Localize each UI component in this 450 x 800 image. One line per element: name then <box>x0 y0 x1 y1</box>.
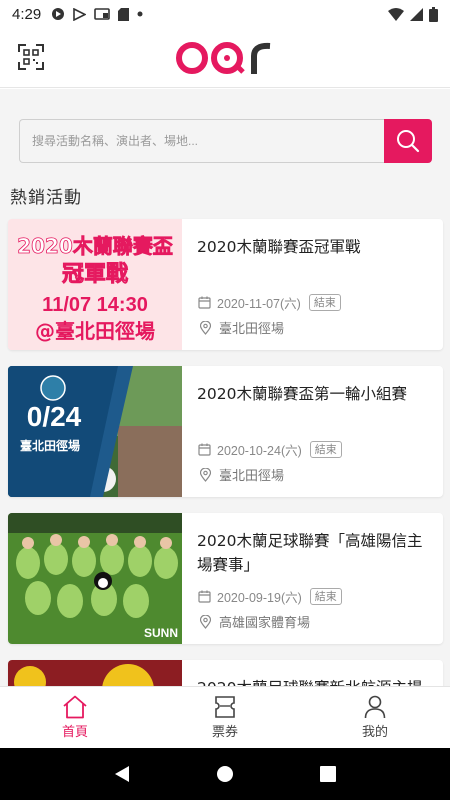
system-nav-bar <box>0 748 450 800</box>
recents-button[interactable] <box>308 754 348 794</box>
app-logo <box>175 38 275 78</box>
qr-scan-button[interactable] <box>18 44 44 70</box>
home-icon <box>63 695 87 719</box>
event-thumbnail: 0/24 臺北田徑場 <box>8 366 182 497</box>
nav-home-label: 首頁 <box>61 725 88 740</box>
battery-icon <box>429 6 438 22</box>
sd-card-icon <box>118 7 130 21</box>
event-date: 2020-10-24(六) <box>217 444 302 458</box>
event-venue-row: 臺北田徑場 <box>200 318 284 337</box>
event-card[interactable]: 2020木蘭聯賽盃 冠軍戰 11/07 14:30 @臺北田徑場 2020木蘭聯… <box>8 219 443 350</box>
nav-profile[interactable]: 我的 <box>300 687 450 748</box>
event-thumbnail: SUNN <box>8 513 182 644</box>
search-bar <box>19 119 432 163</box>
event-venue: 臺北田徑場 <box>219 322 285 337</box>
calendar-icon <box>198 296 211 309</box>
wifi-icon <box>388 7 404 21</box>
event-venue: 臺北田徑場 <box>219 469 285 484</box>
location-pin-icon <box>200 320 211 335</box>
user-icon <box>364 695 386 719</box>
event-date: 2020-09-19(六) <box>217 591 302 605</box>
event-venue: 高雄國家體育場 <box>219 616 311 631</box>
play-store-icon <box>73 7 87 21</box>
event-title: 2020木蘭聯賽盃冠軍戰 <box>197 238 361 256</box>
search-input[interactable] <box>19 119 384 163</box>
event-venue-row: 高雄國家體育場 <box>200 612 310 631</box>
event-date-row: 2020-11-07(六) 結束 <box>198 293 341 312</box>
dot-icon <box>137 11 143 17</box>
status-badge: 結束 <box>309 441 342 458</box>
event-date-row: 2020-10-24(六) 結束 <box>198 440 342 459</box>
signal-icon <box>410 7 423 21</box>
search-icon <box>397 130 420 153</box>
location-pin-icon <box>200 467 211 482</box>
poster-line-4: @臺北田徑場 <box>35 319 155 343</box>
section-title-hot-events: 熱銷活動 <box>10 188 82 208</box>
event-thumbnail: 2020木蘭聯賽盃 冠軍戰 11/07 14:30 @臺北田徑場 <box>8 219 182 350</box>
poster-line-2: 臺北田徑場 <box>20 438 80 453</box>
poster-line-1: 2020木蘭聯賽盃 <box>17 234 173 258</box>
event-venue-row: 臺北田徑場 <box>200 465 284 484</box>
bottom-nav: 首頁 票券 我的 <box>0 686 450 748</box>
event-card[interactable]: 0/24 臺北田徑場 2020木蘭聯賽盃第一輪小組賽 2020-10-24(六)… <box>8 366 443 497</box>
location-pin-icon <box>200 614 211 629</box>
status-badge: 結束 <box>309 588 342 605</box>
ticket-icon <box>215 696 235 718</box>
system-icons <box>388 6 438 22</box>
nav-profile-label: 我的 <box>361 725 388 740</box>
notification-icons <box>51 7 143 21</box>
poster-line-1: 0/24 <box>27 401 82 432</box>
circle-home-icon <box>216 766 233 782</box>
event-date: 2020-11-07(六) <box>217 297 301 311</box>
poster-line-2: 冠軍戰 <box>62 262 128 287</box>
status-badge: 結束 <box>308 294 341 311</box>
qr-scan-icon <box>18 44 44 70</box>
recents-icon <box>320 766 337 782</box>
event-title: 2020木蘭足球聯賽新北航源主場賽事 <box>197 676 432 686</box>
event-card[interactable]: 2020木蘭足球聯賽新北航源主場賽事 <box>8 660 443 686</box>
cast-icon <box>94 7 111 20</box>
back-icon <box>114 766 129 782</box>
status-time: 4:29 <box>12 5 42 23</box>
event-date-row: 2020-09-19(六) 結束 <box>198 587 342 606</box>
nav-tickets[interactable]: 票券 <box>150 687 300 748</box>
search-button[interactable] <box>384 119 432 163</box>
event-card[interactable]: SUNN 2020木蘭足球聯賽「高雄陽信主場賽事」 2020-09-19(六) … <box>8 513 443 644</box>
play-protect-icon <box>52 8 65 20</box>
back-button[interactable] <box>102 754 142 794</box>
app-header <box>0 28 450 88</box>
poster-line-1: SUNN <box>144 626 178 640</box>
event-title: 2020木蘭足球聯賽「高雄陽信主場賽事」 <box>197 532 423 574</box>
calendar-icon <box>198 443 211 456</box>
event-thumbnail <box>8 660 182 686</box>
home-button[interactable] <box>205 754 245 794</box>
status-bar: 4:29 <box>0 0 450 28</box>
nav-tickets-label: 票券 <box>211 725 238 740</box>
home-content[interactable]: 熱銷活動 2020木蘭聯賽盃 冠軍戰 11/07 14:30 @臺北田徑場 20… <box>0 89 450 686</box>
calendar-icon <box>198 590 211 603</box>
nav-home[interactable]: 首頁 <box>0 687 150 748</box>
event-title: 2020木蘭聯賽盃第一輪小組賽 <box>197 385 407 403</box>
poster-line-3: 11/07 14:30 <box>42 294 148 316</box>
